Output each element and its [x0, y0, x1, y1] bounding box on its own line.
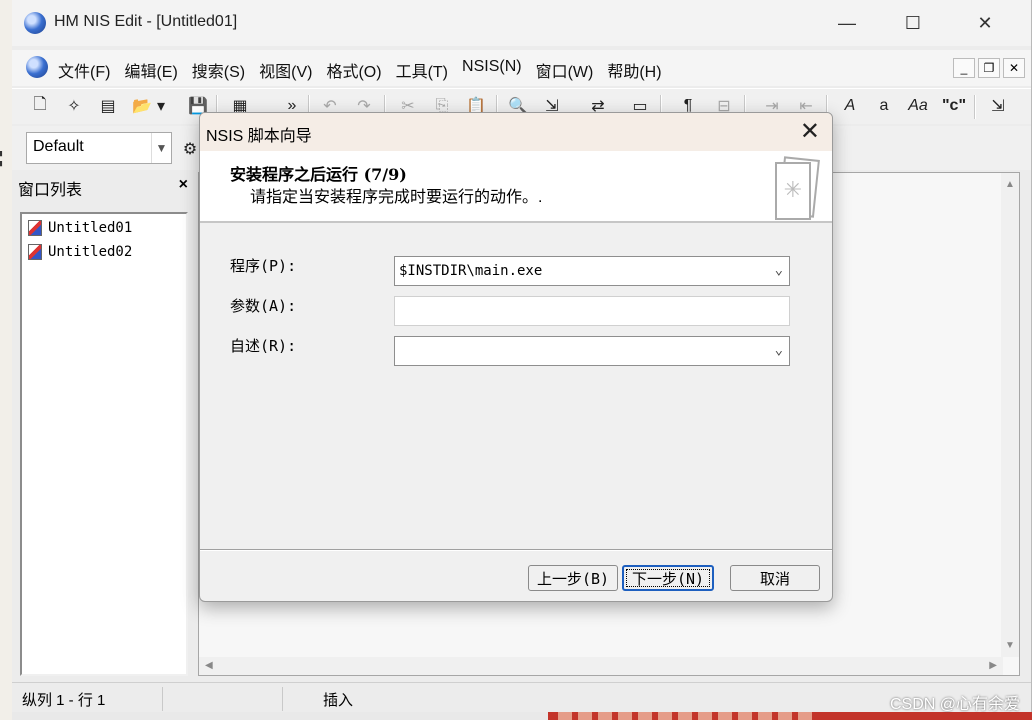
- svg-text:✳: ✳: [784, 178, 802, 203]
- scroll-up-icon[interactable]: ▲: [1005, 179, 1015, 190]
- desktop-background-left: :: [0, 0, 12, 720]
- open-folder-icon[interactable]: 📂: [130, 93, 154, 119]
- menu-view[interactable]: 视图(V): [259, 58, 312, 82]
- dialog-header: 安装程序之后运行 (7/9) 请指定当安装程序完成时要运行的动作。. ✳: [200, 151, 832, 223]
- window-list-panel: 窗口列表 × Untitled01 Untitled02: [14, 172, 194, 678]
- watermark: CSDN @心有余爱: [889, 696, 1020, 713]
- document-list: Untitled01 Untitled02: [20, 212, 188, 676]
- program-combo[interactable]: $INSTDIR\main.exe ⌄: [394, 256, 790, 286]
- wizard-dialog: NSIS 脚本向导 ✕ 安装程序之后运行 (7/9) 请指定当安装程序完成时要运…: [199, 112, 833, 602]
- horizontal-scrollbar[interactable]: ◀ ▶: [199, 657, 1003, 675]
- step-subtitle: 请指定当安装程序完成时要运行的动作。.: [250, 189, 543, 206]
- child-close-button[interactable]: ✕: [1003, 58, 1025, 78]
- dialog-body: 程序(P): $INSTDIR\main.exe ⌄ 参数(A): 自述(R):…: [200, 223, 832, 553]
- chevron-down-icon: ⌄: [774, 342, 783, 358]
- maximize-button[interactable]: ☐: [890, 0, 936, 46]
- vertical-scrollbar[interactable]: ▲ ▼: [1001, 173, 1019, 657]
- wrap-toggle-icon[interactable]: ⇲: [986, 93, 1010, 119]
- window-list-title: 窗口列表: [18, 182, 83, 199]
- close-button[interactable]: ✕: [962, 0, 1008, 46]
- case-toggle-icon[interactable]: Aa: [906, 93, 930, 119]
- dialog-divider: [200, 549, 832, 551]
- cancel-button[interactable]: 取消: [730, 565, 820, 591]
- child-restore-button[interactable]: ❐: [978, 58, 1000, 78]
- style-combo[interactable]: Default ▼: [26, 132, 172, 164]
- quote-icon[interactable]: "c": [942, 93, 966, 119]
- font-icon[interactable]: A: [838, 93, 862, 119]
- nsis-script-icon: [28, 220, 42, 236]
- menu-search[interactable]: 搜索(S): [192, 58, 245, 82]
- menu-window[interactable]: 窗口(W): [536, 58, 594, 82]
- wizard-page-icon: ✳: [775, 156, 820, 220]
- insert-mode: 插入: [282, 687, 442, 711]
- next-button[interactable]: 下一步(N): [622, 565, 714, 591]
- new-file-icon[interactable]: 🗋: [28, 93, 52, 119]
- style-combo-value: Default: [33, 138, 84, 155]
- menu-edit[interactable]: 编辑(E): [124, 58, 177, 82]
- chevron-down-icon: ⌄: [774, 262, 783, 278]
- step-heading: 安装程序之后运行 (7/9): [230, 165, 407, 184]
- status-blank: [162, 687, 282, 711]
- menu-format[interactable]: 格式(O): [326, 58, 381, 82]
- app-titlebar: HM NIS Edit - [Untitled01] — ☐ ✕: [12, 0, 1031, 46]
- minimize-button[interactable]: —: [824, 0, 870, 46]
- app-icon: [24, 12, 46, 34]
- scroll-left-icon[interactable]: ◀: [205, 660, 213, 671]
- app-title: HM NIS Edit - [Untitled01]: [54, 13, 238, 30]
- list-item[interactable]: Untitled02: [28, 240, 180, 264]
- parameters-input[interactable]: [394, 296, 790, 326]
- dialog-close-icon[interactable]: ✕: [800, 117, 820, 146]
- back-button[interactable]: 上一步(B): [528, 565, 618, 591]
- background-text-fragment: :: [0, 140, 5, 173]
- dialog-titlebar: NSIS 脚本向导 ✕: [200, 113, 832, 151]
- scroll-right-icon[interactable]: ▶: [989, 660, 997, 671]
- lowercase-icon[interactable]: a: [872, 93, 896, 119]
- wizard-icon[interactable]: ✧: [62, 93, 86, 119]
- program-label: 程序(P):: [230, 257, 297, 275]
- readme-combo[interactable]: ⌄: [394, 336, 790, 366]
- parameters-label: 参数(A):: [230, 297, 297, 315]
- menu-file[interactable]: 文件(F): [58, 58, 110, 82]
- menu-nsis[interactable]: NSIS(N): [462, 58, 522, 82]
- menu-tools[interactable]: 工具(T): [396, 58, 448, 82]
- chevron-down-icon: ▼: [151, 133, 171, 163]
- status-bar: 纵列 1 - 行 1 插入: [12, 682, 1031, 712]
- document-menu-icon[interactable]: [26, 56, 48, 78]
- document-name: Untitled01: [48, 220, 133, 236]
- menu-help[interactable]: 帮助(H): [607, 58, 661, 82]
- program-value: $INSTDIR\main.exe: [399, 263, 543, 279]
- cursor-position: 纵列 1 - 行 1: [22, 692, 106, 709]
- list-item[interactable]: Untitled01: [28, 216, 180, 240]
- menubar: 文件(F) 编辑(E) 搜索(S) 视图(V) 格式(O) 工具(T) NSIS…: [12, 50, 1031, 86]
- template-icon[interactable]: ▤: [96, 93, 120, 119]
- nsis-script-icon: [28, 244, 42, 260]
- document-name: Untitled02: [48, 244, 133, 260]
- chevron-down-icon[interactable]: ▾: [154, 93, 168, 119]
- readme-label: 自述(R):: [230, 337, 297, 355]
- close-icon[interactable]: ×: [179, 176, 188, 194]
- scroll-down-icon[interactable]: ▼: [1005, 640, 1015, 651]
- child-minimize-button[interactable]: _: [953, 58, 975, 78]
- dialog-title: NSIS 脚本向导: [206, 128, 312, 145]
